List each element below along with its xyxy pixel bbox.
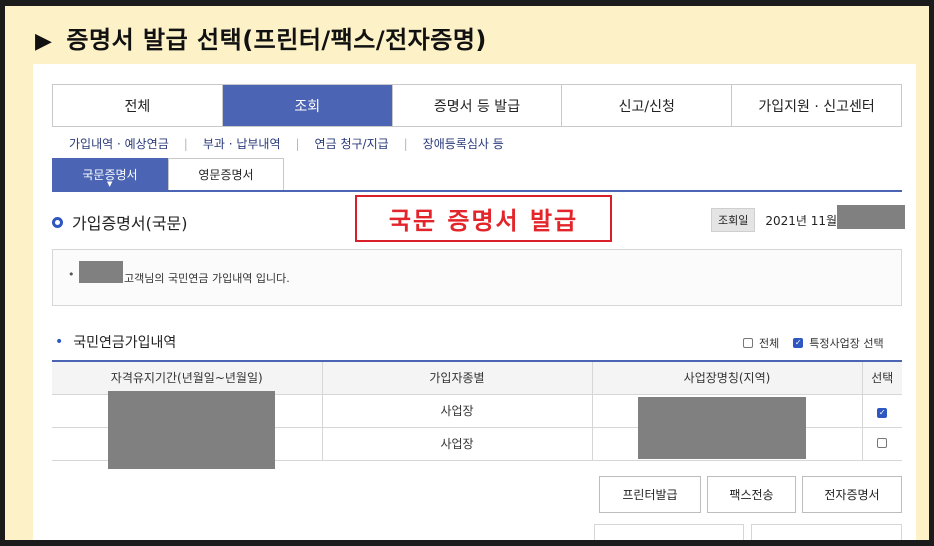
main-tabs: 전체 조회 증명서 등 발급 신고/신청 가입지원 · 신고센터 xyxy=(52,84,902,127)
cell-member-type: 사업장 xyxy=(322,427,593,461)
sub-nav-payment[interactable]: 부과 · 납부내역 xyxy=(203,135,281,152)
next-row-button-edge xyxy=(594,524,744,540)
cell-select xyxy=(862,394,902,428)
filter-select-checkbox[interactable] xyxy=(793,338,804,348)
tab-all[interactable]: 전체 xyxy=(53,85,223,126)
info-box: • 고객님의 국민연금 가입내역 입니다. xyxy=(52,249,902,306)
sub-nav-pension-claim[interactable]: 연금 청구/지급 xyxy=(315,135,389,152)
play-triangle-icon: ▶ xyxy=(35,29,53,54)
sub-nav-separator: | xyxy=(183,136,188,151)
list-title: • 국민연금가입내역 xyxy=(55,332,176,352)
header-select: 선택 xyxy=(862,361,902,395)
filter-select-label: 특정사업장 선택 xyxy=(809,337,884,350)
row-select-checkbox[interactable] xyxy=(877,407,888,418)
header-period: 자격유지기간(년월일~년월일) xyxy=(52,361,323,395)
tab-korean-certificate[interactable]: 국문증명서 ▼ xyxy=(52,158,168,190)
electronic-certificate-button[interactable]: 전자증명서 xyxy=(802,476,902,513)
header-member-type: 가입자종별 xyxy=(322,361,593,395)
redacted-date-block xyxy=(837,205,905,229)
table-header-row: 자격유지기간(년월일~년월일) 가입자종별 사업장명칭(지역) 선택 xyxy=(52,361,902,395)
filter-all-checkbox[interactable] xyxy=(743,338,753,348)
banner-title: 증명서 발급 선택(프린터/팩스/전자증명) xyxy=(66,26,487,54)
tab-english-certificate[interactable]: 영문증명서 xyxy=(168,158,284,190)
tab-inquiry[interactable]: 조회 xyxy=(222,85,393,126)
banner-heading: ▶ 증명서 발급 선택(프린터/팩스/전자증명) xyxy=(35,20,487,55)
list-bullet-icon: • xyxy=(55,334,64,350)
next-row-button-edge xyxy=(751,524,902,540)
info-text: 고객님의 국민연금 가입내역 입니다. xyxy=(124,272,290,285)
filter-options: 전체 특정사업장 선택 xyxy=(743,335,884,351)
section-title-text: 가입증명서(국문) xyxy=(72,214,188,233)
redacted-period-block xyxy=(108,391,275,469)
screenshot-frame: ▶ 증명서 발급 선택(프린터/팩스/전자증명) 전체 조회 증명서 등 발급 신… xyxy=(5,6,929,540)
sub-nav-separator: | xyxy=(295,136,300,151)
sub-nav: 가입내역 · 예상연금 | 부과 · 납부내역 | 연금 청구/지급 | 장애등… xyxy=(69,135,504,152)
lookup-date-badge: 조회일 xyxy=(711,208,756,232)
sub-nav-separator: | xyxy=(403,136,408,151)
sub-nav-disability[interactable]: 장애등록심사 등 xyxy=(423,135,504,152)
list-title-text: 국민연금가입내역 xyxy=(73,335,177,351)
annotation-label: 국문 증명서 발급 xyxy=(355,195,612,242)
header-workplace: 사업장명칭(지역) xyxy=(592,361,863,395)
tab-support-center[interactable]: 가입지원 · 신고센터 xyxy=(732,85,901,126)
redacted-name-block xyxy=(79,261,123,283)
lookup-date-area: 조회일 2021년 11월 xyxy=(711,208,837,232)
sub-nav-enrollment[interactable]: 가입내역 · 예상연금 xyxy=(69,135,169,152)
redacted-workplace-block xyxy=(638,397,806,459)
caret-down-icon: ▼ xyxy=(107,180,113,188)
circle-bullet-icon xyxy=(52,216,63,228)
info-bullet: • xyxy=(68,268,75,281)
tab-certificate-issue[interactable]: 증명서 등 발급 xyxy=(392,85,563,126)
cell-select xyxy=(862,427,902,461)
tab-report-apply[interactable]: 신고/신청 xyxy=(562,85,733,126)
section-title: 가입증명서(국문) xyxy=(52,210,188,234)
filter-all-label: 전체 xyxy=(759,337,780,350)
fax-send-button[interactable]: 팩스전송 xyxy=(707,476,796,513)
row-select-checkbox[interactable] xyxy=(877,437,888,448)
printer-issue-button[interactable]: 프린터발급 xyxy=(599,476,701,513)
lookup-date-value: 2021년 11월 xyxy=(765,213,838,228)
cell-member-type: 사업장 xyxy=(322,394,593,428)
certificate-tabs: 국문증명서 ▼ 영문증명서 xyxy=(52,158,902,192)
content-page: 전체 조회 증명서 등 발급 신고/신청 가입지원 · 신고센터 가입내역 · … xyxy=(33,64,916,540)
